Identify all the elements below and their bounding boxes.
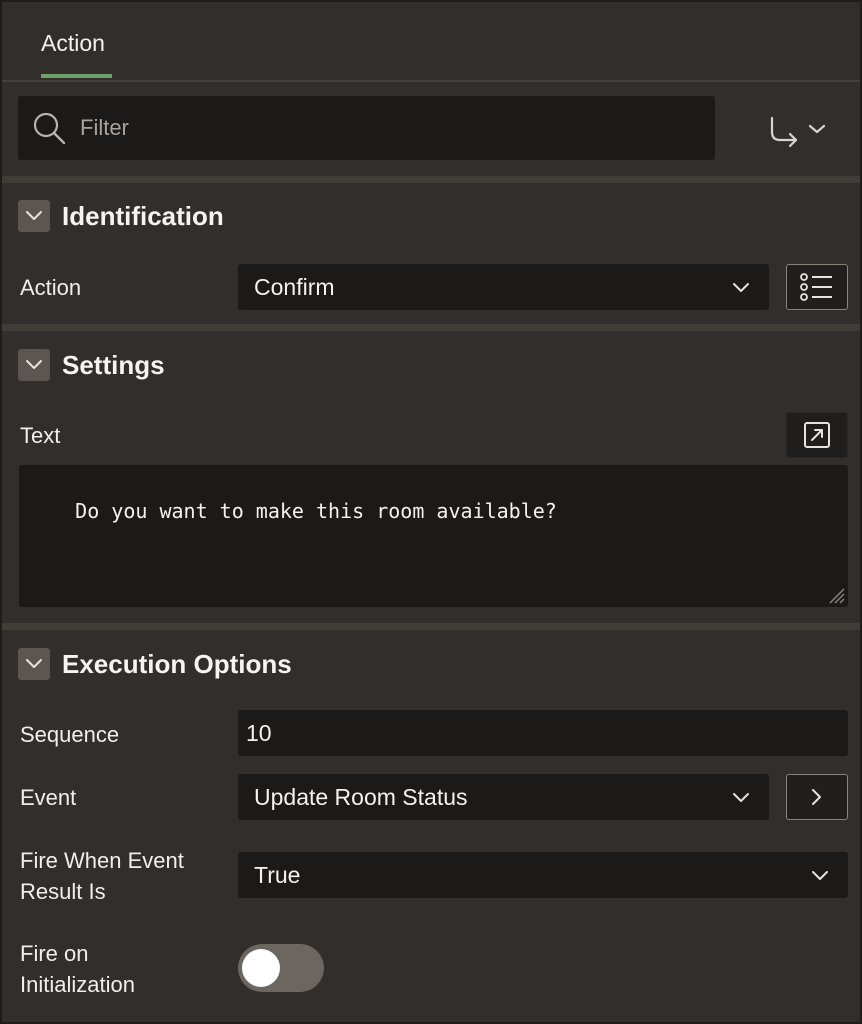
section-title: Execution Options — [62, 648, 292, 679]
section-divider — [2, 324, 860, 331]
filter-box — [18, 96, 715, 160]
chevron-down-icon — [733, 793, 749, 802]
collapse-settings-button[interactable] — [18, 349, 50, 381]
chevron-down-icon — [26, 360, 42, 369]
search-icon — [33, 112, 66, 145]
resize-handle-icon[interactable] — [824, 583, 846, 605]
fire-when-select[interactable]: True — [238, 852, 848, 898]
chevron-down-icon — [812, 871, 828, 880]
event-label: Event — [20, 785, 77, 810]
section-header-execution: Execution Options — [18, 647, 292, 681]
open-text-editor-button[interactable] — [786, 412, 848, 458]
tab-bar: Action — [2, 2, 860, 82]
toggle-knob — [242, 949, 280, 987]
chevron-right-icon — [812, 789, 821, 805]
tab-action[interactable]: Action — [41, 30, 105, 57]
action-select-value: Confirm — [254, 274, 335, 300]
chevron-down-icon — [26, 659, 42, 668]
section-header-settings: Settings — [18, 348, 165, 382]
property-editor-panel: Action Identification Action Confirm — [0, 0, 862, 1024]
fire-on-init-label: Fire on Initialization — [20, 941, 135, 997]
chevron-down-icon — [26, 211, 42, 220]
fire-on-init-toggle[interactable] — [238, 944, 324, 992]
sequence-label: Sequence — [20, 722, 120, 747]
event-select[interactable]: Update Room Status — [238, 774, 769, 820]
open-dialog-icon — [804, 422, 830, 448]
section-header-identification: Identification — [18, 199, 224, 233]
sequence-input[interactable]: 10 — [238, 710, 848, 756]
goto-arrow-icon[interactable] — [762, 108, 834, 152]
section-title: Settings — [62, 349, 165, 380]
chevron-down-icon — [733, 283, 749, 292]
active-tab-indicator — [41, 74, 112, 78]
action-label: Action — [20, 275, 82, 300]
action-list-button[interactable] — [786, 264, 848, 310]
section-title: Identification — [62, 200, 224, 231]
text-textarea-value: Do you want to make this room available? — [75, 499, 557, 523]
section-divider — [2, 623, 860, 630]
list-icon — [800, 273, 832, 301]
event-select-value: Update Room Status — [254, 784, 468, 810]
fire-when-label: Fire When Event Result Is — [20, 848, 184, 904]
collapse-identification-button[interactable] — [18, 200, 50, 232]
action-select[interactable]: Confirm — [238, 264, 769, 310]
filter-input[interactable] — [80, 96, 680, 160]
sequence-input-value: 10 — [246, 720, 272, 746]
section-divider — [2, 176, 860, 183]
text-label: Text — [20, 423, 61, 448]
text-textarea[interactable]: Do you want to make this room available? — [19, 465, 848, 607]
go-to-event-button[interactable] — [786, 774, 848, 820]
collapse-execution-button[interactable] — [18, 648, 50, 680]
fire-when-select-value: True — [254, 862, 301, 888]
